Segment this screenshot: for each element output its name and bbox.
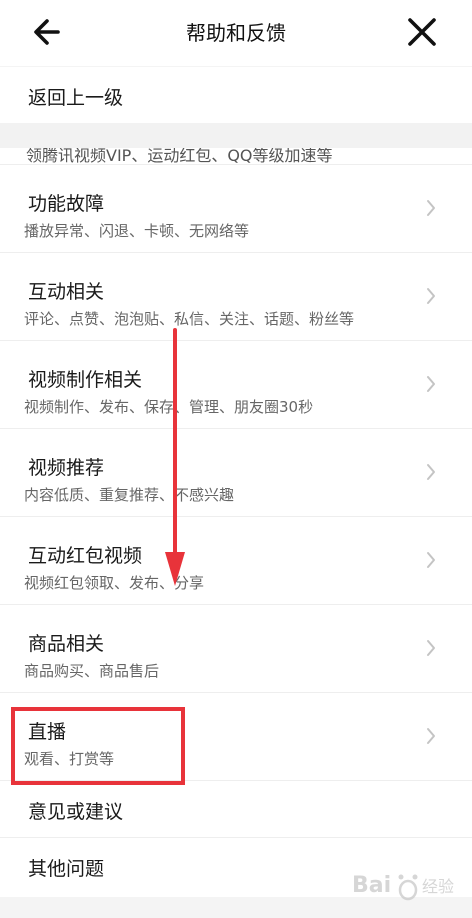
chevron-right-icon [427, 640, 435, 656]
topic-item-video-production[interactable]: 视频制作相关 视频制作、发布、保存、管理、朋友圈30秒 [0, 340, 472, 428]
topic-subtitle: 内容低质、重复推荐、不感兴趣 [24, 486, 235, 504]
topic-title: 直播 [28, 721, 67, 743]
back-button[interactable] [28, 12, 72, 52]
chevron-right-icon [427, 464, 435, 480]
topic-item-products[interactable]: 商品相关 商品购买、商品售后 [0, 604, 472, 692]
topic-item-malfunction[interactable]: 功能故障 播放异常、闪退、卡顿、无网络等 [0, 164, 472, 252]
topic-item-live-stream[interactable]: 直播 观看、打赏等 [0, 692, 472, 780]
topic-item-interaction[interactable]: 互动相关 评论、点赞、泡泡贴、私信、关注、话题、粉丝等 [0, 252, 472, 340]
close-button[interactable] [400, 12, 444, 52]
back-to-parent-label: 返回上一级 [28, 87, 124, 109]
topic-subtitle: 播放异常、闪退、卡顿、无网络等 [24, 222, 250, 240]
topic-title: 商品相关 [28, 633, 105, 655]
topic-title: 功能故障 [28, 193, 105, 215]
nav-header: 帮助和反馈 [0, 0, 472, 66]
other-issues-row[interactable]: 其他问题 [0, 837, 472, 897]
scrolled-partial-text: 领腾讯视频VIP、运动红包、QQ等级加速等 [26, 148, 333, 164]
help-topic-list: 功能故障 播放异常、闪退、卡顿、无网络等 互动相关 评论、点赞、泡泡贴、私信、关… [0, 164, 472, 780]
chevron-right-icon [427, 552, 435, 568]
chevron-right-icon [427, 200, 435, 216]
section-gap [0, 123, 472, 149]
close-icon [408, 18, 436, 46]
topic-subtitle: 视频制作、发布、保存、管理、朋友圈30秒 [24, 398, 314, 416]
other-issues-label: 其他问题 [28, 858, 105, 880]
arrow-left-icon [34, 19, 60, 45]
topic-subtitle: 观看、打赏等 [24, 750, 115, 768]
back-to-parent-row[interactable]: 返回上一级 [0, 67, 472, 123]
topic-subtitle: 视频红包领取、发布、分享 [24, 574, 205, 592]
topic-item-video-recommendation[interactable]: 视频推荐 内容低质、重复推荐、不感兴趣 [0, 428, 472, 516]
topic-subtitle: 评论、点赞、泡泡贴、私信、关注、话题、粉丝等 [24, 310, 355, 328]
topic-title: 视频推荐 [28, 457, 105, 479]
topic-subtitle: 商品购买、商品售后 [24, 662, 160, 680]
chevron-right-icon [427, 728, 435, 744]
topic-title: 互动红包视频 [28, 545, 143, 567]
topic-title: 互动相关 [28, 281, 105, 303]
topic-item-red-packet-video[interactable]: 互动红包视频 视频红包领取、发布、分享 [0, 516, 472, 604]
topic-title: 视频制作相关 [28, 369, 143, 391]
feedback-suggestion-row[interactable]: 意见或建议 [0, 780, 472, 837]
scrolled-partial-row[interactable]: 领腾讯视频VIP、运动红包、QQ等级加速等 [0, 148, 472, 164]
feedback-suggestion-label: 意见或建议 [28, 801, 124, 823]
help-feedback-page: 帮助和反馈 返回上一级 领腾讯视频VIP、运动红包、QQ等级加速等 功能故障 播… [0, 0, 472, 918]
chevron-right-icon [427, 376, 435, 392]
chevron-right-icon [427, 288, 435, 304]
